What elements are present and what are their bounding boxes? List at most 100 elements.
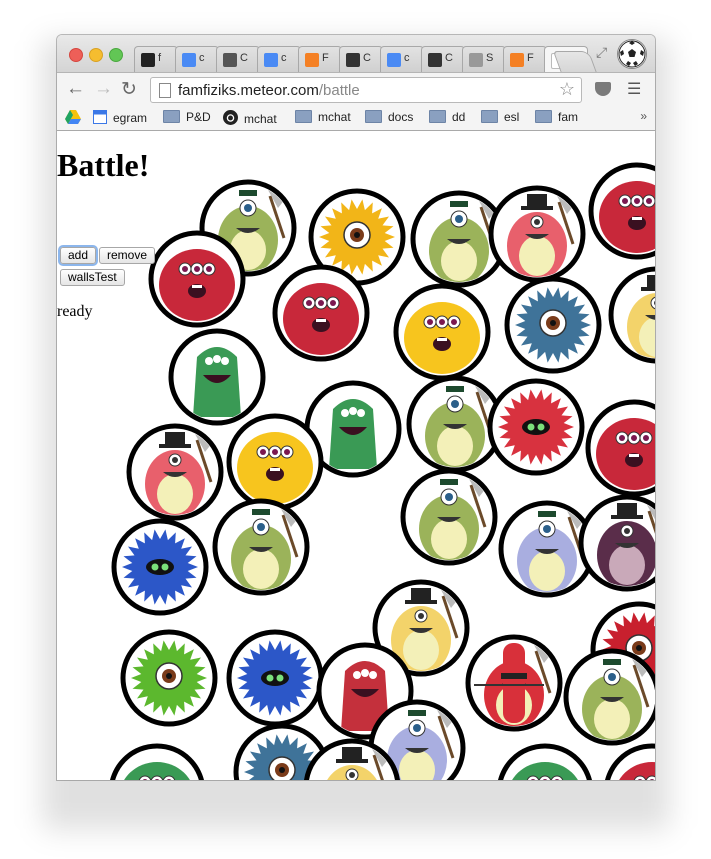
address-bar[interactable]: famfiziks.meteor.com/battle ☆ — [150, 77, 582, 103]
monster-ball — [588, 162, 655, 260]
fullscreen-icon[interactable]: ⤢ — [596, 44, 607, 61]
bookmarks-overflow-chevron[interactable]: » — [640, 109, 647, 123]
bookmark-label: dd — [452, 110, 466, 124]
bookmark-label: esl — [504, 110, 520, 124]
monster-ball — [393, 283, 491, 381]
page-icon — [469, 53, 483, 67]
tab-title: C — [363, 52, 371, 64]
walls-test-button[interactable]: wallsTest — [60, 269, 125, 286]
github-icon — [223, 110, 238, 128]
monster-ball — [563, 648, 655, 746]
menu-icon[interactable]: ☰ — [627, 79, 641, 99]
monster-ball — [272, 264, 370, 362]
browser-tab[interactable]: C — [421, 46, 465, 72]
folder-icon — [481, 110, 498, 123]
bookmark-item[interactable]: P&D — [163, 110, 211, 124]
bookmark-item[interactable]: dd — [429, 110, 465, 124]
browser-tab[interactable]: F — [298, 46, 342, 72]
tab-title: F — [322, 52, 329, 64]
monster-ball — [585, 399, 655, 497]
browser-window: fcCcFCcCSFf× ⤢ ← → ↻ famfiziks.meteor.co… — [57, 35, 655, 780]
page-content: Battle! add remove wallsTest ready — [57, 131, 655, 780]
tabs-row: fcCcFCcCSFf× — [134, 46, 588, 72]
monster-ball — [148, 230, 246, 328]
monster-ball — [111, 518, 209, 616]
bookmark-label: egram — [113, 111, 148, 125]
close-window-button[interactable] — [69, 48, 83, 62]
bookmark-item[interactable]: mchat — [295, 110, 351, 124]
browser-tab[interactable]: F — [503, 46, 547, 72]
add-button[interactable]: add — [60, 247, 97, 264]
back-icon[interactable]: ← — [66, 78, 85, 100]
stackoverflow-icon — [510, 53, 524, 67]
book-icon — [346, 53, 360, 67]
bookmarks-bar: » egram P&D mchat mchat docs dd esl fam — [57, 106, 655, 131]
monster-ball — [465, 634, 563, 732]
soccer-ball-icon — [618, 40, 646, 68]
forward-icon[interactable]: → — [94, 78, 113, 100]
bookmark-label: fam — [558, 110, 579, 124]
monster-ball — [487, 378, 585, 476]
browser-tab[interactable]: c — [175, 46, 219, 72]
book-icon — [428, 53, 442, 67]
pocket-icon[interactable] — [595, 82, 611, 96]
monster-ball — [498, 743, 592, 780]
tab-title: c — [199, 52, 205, 64]
tab-title: S — [486, 52, 494, 64]
page-title: Battle! — [57, 147, 150, 183]
profile-avatar[interactable] — [617, 39, 647, 69]
bookmark-label: mchat — [318, 110, 351, 124]
browser-tab[interactable]: S — [462, 46, 506, 72]
monster-ball — [226, 629, 324, 727]
battle-arena — [110, 162, 655, 780]
folder-icon — [163, 110, 180, 123]
toolbar: ← → ↻ famfiziks.meteor.com/battle ☆ ☰ — [57, 72, 655, 107]
url-text[interactable]: famfiziks.meteor.com/battle — [178, 82, 360, 99]
browser-tab[interactable]: C — [216, 46, 260, 72]
monster-ball — [504, 276, 602, 374]
bookmark-item[interactable]: mchat — [223, 110, 277, 128]
tab-title: C — [240, 52, 248, 64]
browser-tab[interactable]: c — [380, 46, 424, 72]
bookmark-star-icon[interactable]: ☆ — [559, 79, 575, 100]
google-icon — [387, 53, 401, 67]
calendar-icon — [93, 110, 107, 127]
browser-tab[interactable]: f — [134, 46, 178, 72]
new-tab-button[interactable] — [552, 51, 598, 73]
browser-tab[interactable]: c — [257, 46, 301, 72]
tab-title: F — [527, 52, 534, 64]
monster-ball — [212, 498, 310, 596]
meteor-pot-icon — [223, 53, 237, 67]
tab-strip: fcCcFCcCSFf× ⤢ — [57, 35, 655, 73]
bookmark-label: P&D — [186, 110, 211, 124]
folder-icon — [365, 110, 382, 123]
folder-icon — [535, 110, 552, 123]
maximize-window-button[interactable] — [109, 48, 123, 62]
monster-ball — [110, 743, 204, 780]
bookmark-item[interactable]: esl — [481, 110, 519, 124]
monster-ball — [406, 375, 504, 473]
browser-tab[interactable]: C — [339, 46, 383, 72]
page-icon — [159, 83, 171, 98]
bookmark-item[interactable]: egram — [93, 110, 147, 127]
reload-icon[interactable]: ↻ — [121, 78, 137, 101]
tab-title: f — [158, 52, 162, 64]
google-icon — [264, 53, 278, 67]
stackoverflow-icon — [305, 53, 319, 67]
monster-ball — [608, 266, 655, 364]
minimize-window-button[interactable] — [89, 48, 103, 62]
bookmark-label: docs — [388, 110, 414, 124]
bookmark-item[interactable]: fam — [535, 110, 578, 124]
status-text: ready — [57, 303, 93, 320]
remove-button[interactable]: remove — [99, 247, 156, 264]
monster-ball — [605, 743, 655, 780]
bookmark-item[interactable] — [65, 110, 87, 127]
monster-ball — [400, 468, 498, 566]
tab-title: C — [445, 52, 453, 64]
bookmark-item[interactable]: docs — [365, 110, 413, 124]
tab-title: c — [404, 52, 410, 64]
monster-ball — [120, 629, 218, 727]
bookmark-label: mchat — [244, 112, 277, 126]
drive-icon — [65, 110, 81, 127]
monster-ball — [488, 185, 586, 283]
